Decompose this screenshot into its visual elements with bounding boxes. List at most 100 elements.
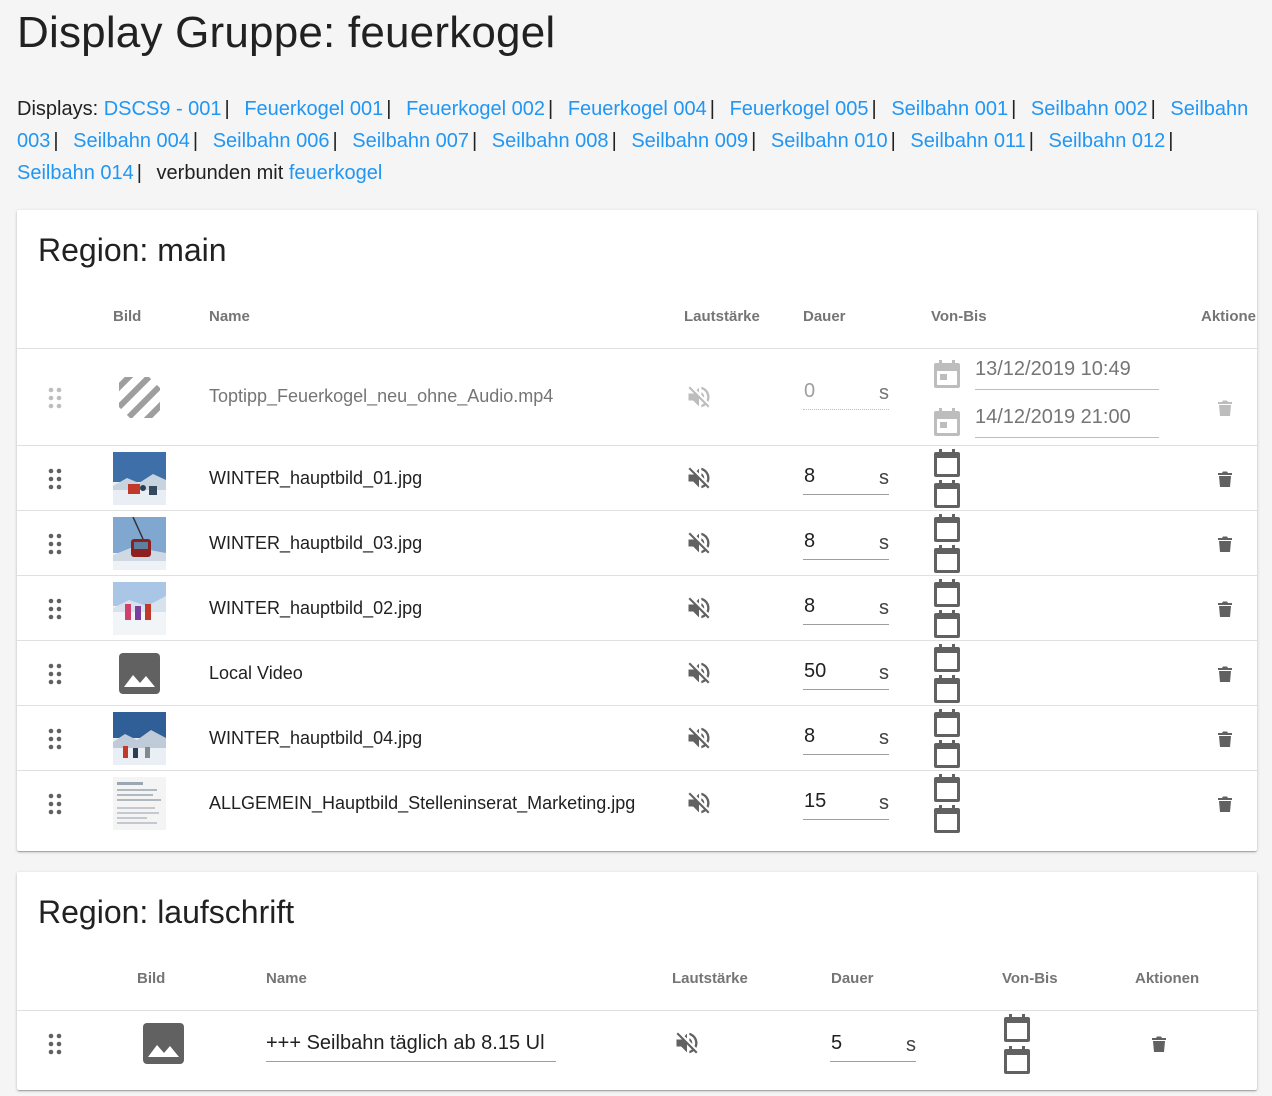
column-header-dauer: Dauer [831,970,874,987]
table-row: s [17,1011,1257,1083]
duration-field[interactable]: s [803,376,889,410]
duration-input[interactable] [804,380,864,403]
duration-input[interactable] [804,465,864,488]
volume-off-icon[interactable] [685,464,713,492]
delete-icon[interactable] [1217,535,1233,553]
calendar-to-icon[interactable] [933,479,961,509]
calendar-from-icon[interactable] [933,643,961,673]
media-name: WINTER_hauptbild_04.jpg [209,728,423,748]
calendar-to-icon[interactable] [933,609,961,639]
calendar-from-icon[interactable] [933,708,961,738]
delete-icon[interactable] [1217,730,1233,748]
column-header-aktionen: Aktione [1201,308,1257,325]
drag-handle-icon[interactable] [48,468,62,490]
ticker-text-field[interactable] [266,1026,556,1062]
calendar-to-icon[interactable] [933,804,961,834]
table-row: WINTER_hauptbild_02.jpg s [17,576,1257,641]
column-header-name: Name [209,308,250,325]
volume-off-icon[interactable] [685,789,713,817]
volume-off-icon[interactable] [685,724,713,752]
duration-input[interactable] [831,1032,891,1055]
winter-photo-thumbnail [113,452,166,505]
duration-field[interactable]: s [803,591,889,625]
media-name: ALLGEMEIN_Hauptbild_Stelleninserat_Marke… [209,793,636,813]
document-thumbnail [113,777,166,830]
calendar-to-icon[interactable] [933,544,961,574]
calendar-to-icon[interactable] [933,739,961,769]
delete-icon[interactable] [1217,470,1233,488]
delete-icon[interactable] [1217,665,1233,683]
duration-field[interactable]: s [803,786,889,820]
drag-handle-icon[interactable] [48,387,62,409]
column-header-von-bis: Von-Bis [1002,970,1058,987]
calendar-from-icon[interactable] [1003,1013,1031,1043]
column-header-von-bis: Von-Bis [931,308,987,325]
media-name: WINTER_hauptbild_03.jpg [209,533,423,553]
delete-icon[interactable] [1217,399,1233,417]
display-link-seilbahn-001[interactable]: Seilbahn 001 [891,98,1008,120]
drag-handle-icon[interactable] [48,1033,62,1055]
display-link-seilbahn-011[interactable]: Seilbahn 011 [910,130,1025,152]
calendar-from-icon[interactable] [933,448,961,478]
calendar-from-icon[interactable] [933,773,961,803]
drag-handle-icon[interactable] [48,793,62,815]
duration-field[interactable]: s [803,721,889,755]
drag-handle-icon[interactable] [48,533,62,555]
display-link-seilbahn-002[interactable]: Seilbahn 002 [1031,98,1148,120]
table-row: Local Video s [17,641,1257,706]
display-link-seilbahn-014[interactable]: Seilbahn 014 [17,162,134,184]
calendar-from-icon[interactable] [933,578,961,608]
calendar-from-icon[interactable] [933,513,961,543]
winter-photo-thumbnail [113,517,166,570]
date-to-field[interactable]: 14/12/2019 21:00 [975,403,1159,438]
display-link-dscs9-001[interactable]: DSCS9 - 001 [104,98,222,120]
duration-field[interactable]: s [830,1028,916,1062]
display-link-seilbahn-006[interactable]: Seilbahn 006 [213,130,330,152]
delete-icon[interactable] [1217,600,1233,618]
volume-off-icon[interactable] [673,1029,701,1057]
volume-off-icon[interactable] [685,659,713,687]
delete-icon[interactable] [1151,1035,1167,1053]
displays-label: Displays: [17,98,99,120]
table-row: WINTER_hauptbild_03.jpg s [17,511,1257,576]
calendar-icon[interactable] [933,359,961,389]
duration-input[interactable] [804,595,864,618]
display-link-seilbahn-009[interactable]: Seilbahn 009 [631,130,748,152]
display-link-seilbahn-012[interactable]: Seilbahn 012 [1048,130,1165,152]
drag-handle-icon[interactable] [48,598,62,620]
volume-off-icon[interactable] [685,383,713,411]
column-header-name: Name [266,970,307,987]
date-from-field[interactable]: 13/12/2019 10:49 [975,355,1159,390]
delete-icon[interactable] [1217,795,1233,813]
connected-group-link[interactable]: feuerkogel [289,162,382,184]
column-header-bild: Bild [137,970,166,987]
calendar-icon[interactable] [933,407,961,437]
display-link-feuerkogel-004[interactable]: Feuerkogel 004 [568,98,707,120]
display-link-seilbahn-007[interactable]: Seilbahn 007 [352,130,469,152]
display-link-feuerkogel-005[interactable]: Feuerkogel 005 [730,98,869,120]
duration-input[interactable] [804,725,864,748]
display-link-feuerkogel-002[interactable]: Feuerkogel 002 [406,98,545,120]
duration-field[interactable]: s [803,461,889,495]
display-link-seilbahn-010[interactable]: Seilbahn 010 [771,130,888,152]
calendar-to-icon[interactable] [933,674,961,704]
display-link-seilbahn-004[interactable]: Seilbahn 004 [73,130,190,152]
volume-off-icon[interactable] [685,529,713,557]
table-row: WINTER_hauptbild_04.jpg s [17,706,1257,771]
calendar-to-icon[interactable] [1003,1045,1031,1075]
display-link-feuerkogel-001[interactable]: Feuerkogel 001 [244,98,383,120]
duration-field[interactable]: s [803,526,889,560]
column-header-lautstaerke: Lautstärke [672,970,748,987]
media-name: Local Video [209,663,303,683]
drag-handle-icon[interactable] [48,663,62,685]
duration-input[interactable] [804,790,864,813]
volume-off-icon[interactable] [685,594,713,622]
display-link-seilbahn-008[interactable]: Seilbahn 008 [492,130,609,152]
duration-input[interactable] [804,660,864,683]
region-main-title: Region: main [38,232,227,268]
image-placeholder-icon [113,647,166,700]
duration-input[interactable] [804,530,864,553]
drag-handle-icon[interactable] [48,728,62,750]
ticker-text-input[interactable] [266,1032,556,1055]
duration-field[interactable]: s [803,656,889,690]
